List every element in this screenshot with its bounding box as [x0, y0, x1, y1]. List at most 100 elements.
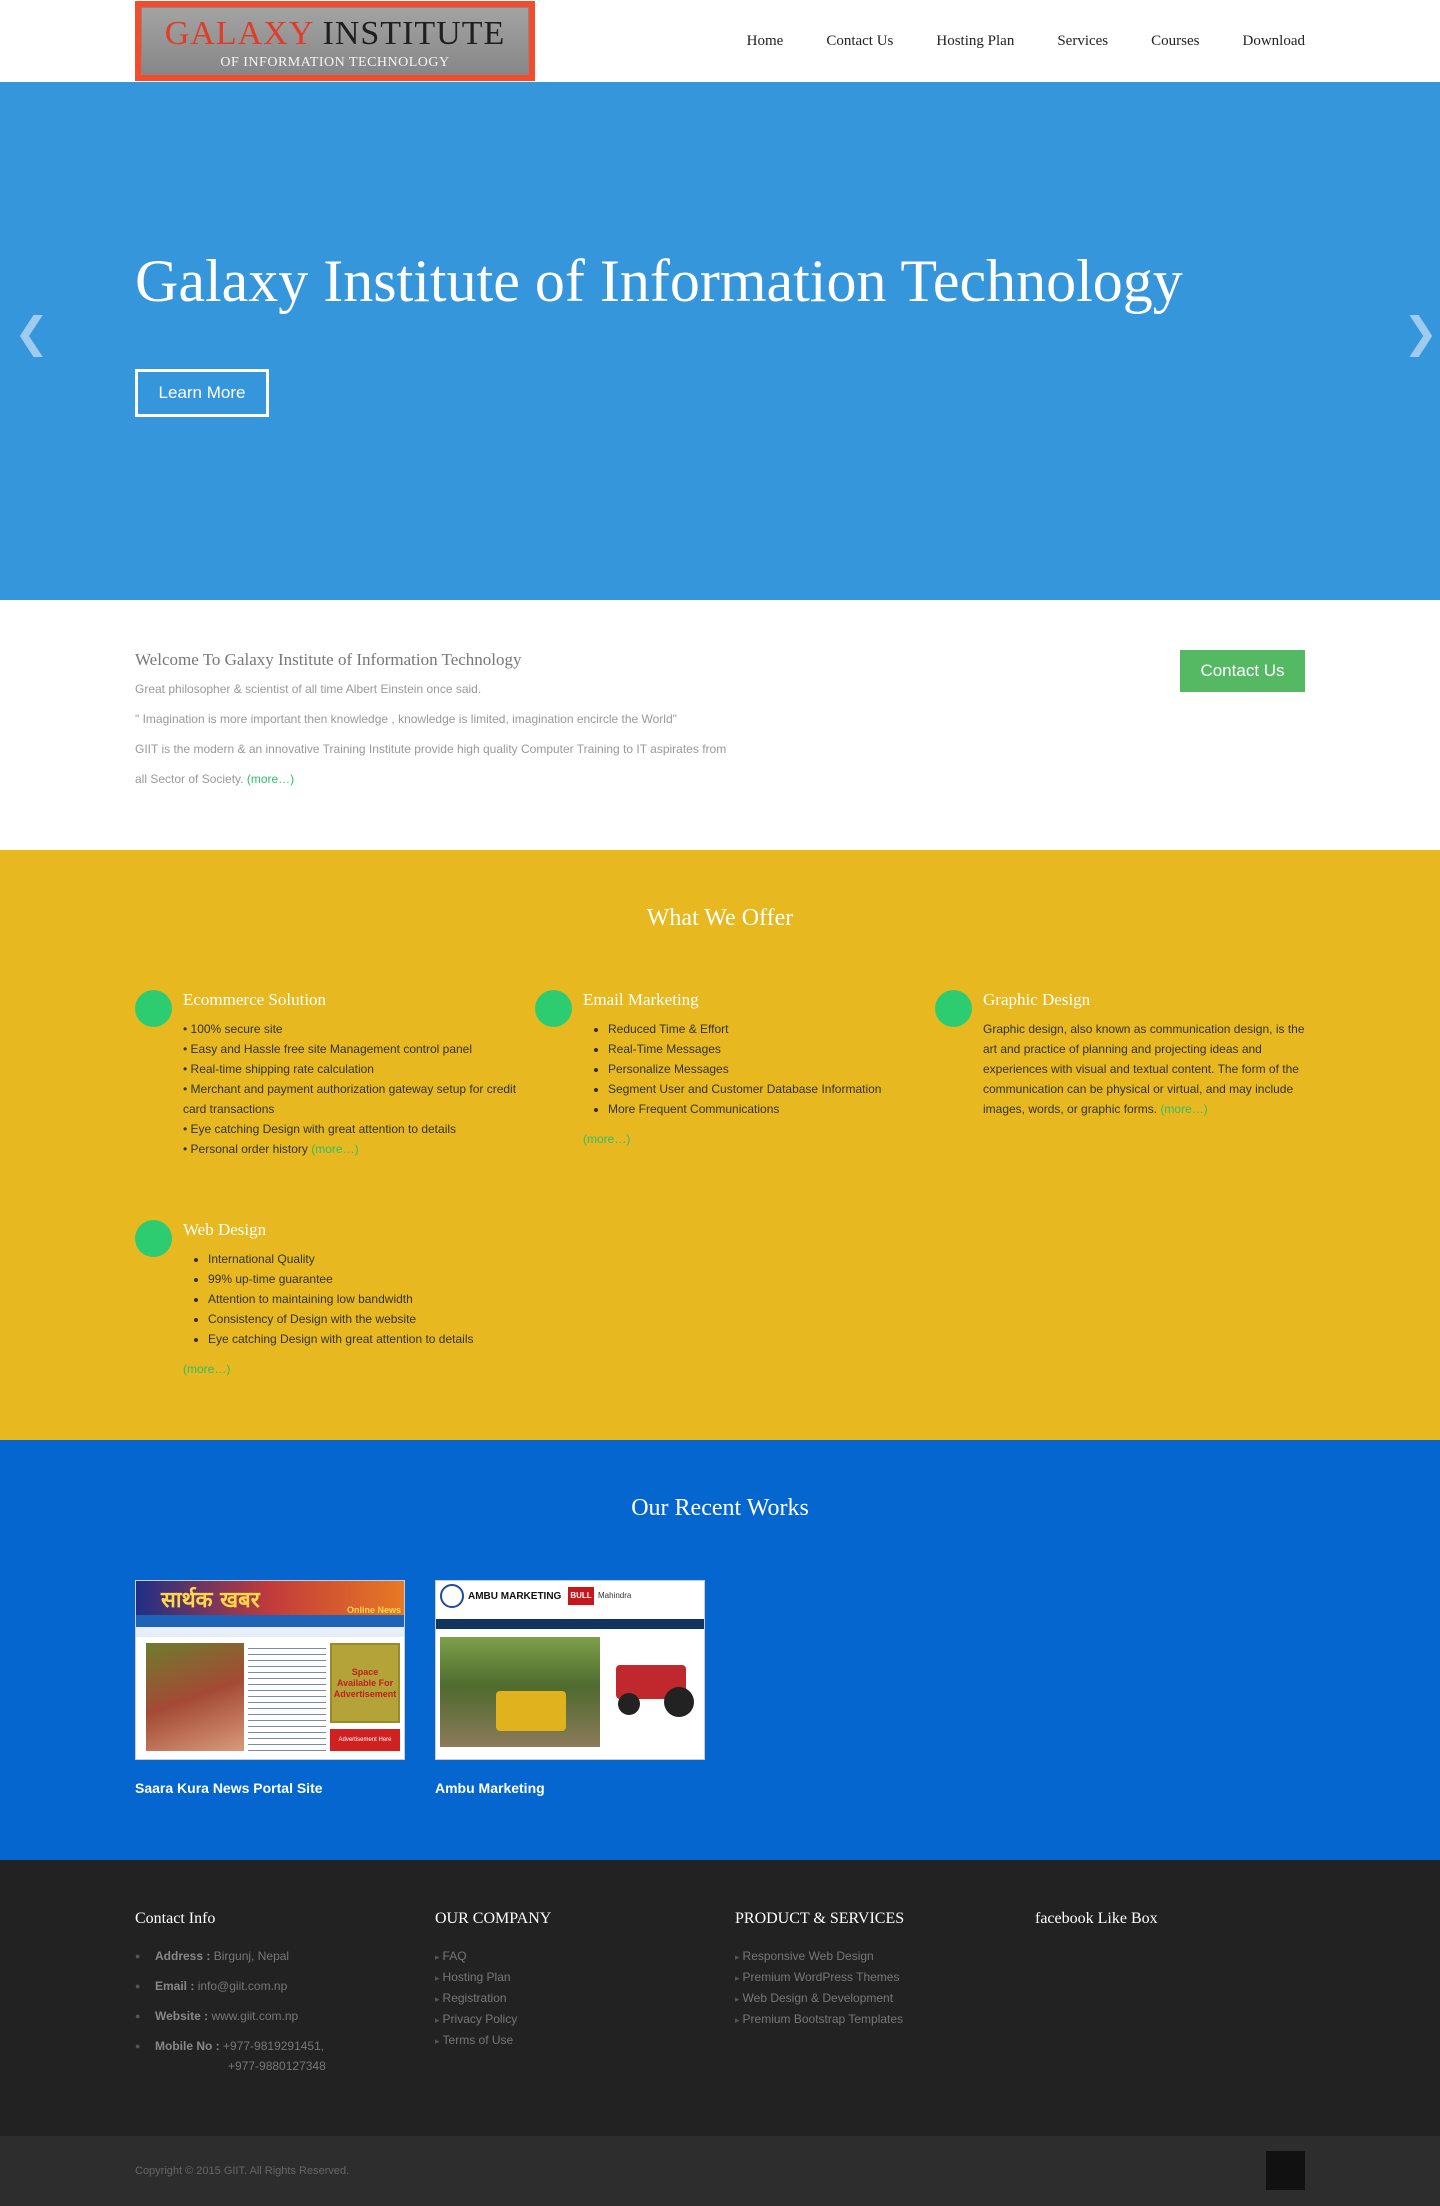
offer-title: What We Offer — [646, 905, 794, 931]
service-title: Email Marketing — [583, 990, 699, 1009]
footer-facebook-like-box: facebook Like Box — [1035, 1910, 1315, 1928]
footer-link[interactable]: ▸ Registration — [435, 1988, 715, 2009]
more-link[interactable]: (more…) — [311, 1142, 358, 1156]
footer-link[interactable]: ▸ Premium WordPress Themes — [735, 1967, 1015, 1988]
hero-slider: ❮ Galaxy Institute of Information Techno… — [0, 82, 1440, 600]
service-title: Graphic Design — [983, 990, 1091, 1009]
site-logo[interactable]: GALAXY INSTITUTE OF INFORMATION TECHNOLO… — [135, 1, 535, 81]
list-item-text: • Personal order history — [183, 1142, 308, 1156]
footer-link[interactable]: ▸ Premium Bootstrap Templates — [735, 2009, 1015, 2030]
thumb-badge: BULL — [568, 1587, 594, 1605]
work-caption[interactable]: Saara Kura News Portal Site — [135, 1780, 405, 1796]
footer-heading: OUR COMPANY — [435, 1910, 552, 1927]
nav-hosting-plan[interactable]: Hosting Plan — [936, 33, 1014, 50]
list-item: International Quality — [208, 1249, 523, 1269]
service-text: Graphic design, also known as communicat… — [983, 1022, 1305, 1116]
contact-address: ● Address : Birgunj, Nepal — [135, 1946, 415, 1966]
footer-link[interactable]: ▸ FAQ — [435, 1946, 715, 1967]
footer-contact-info: Contact Info ● Address : Birgunj, Nepal ●… — [135, 1910, 415, 2086]
check-icon — [135, 1220, 172, 1257]
work-item-saara-kura[interactable]: सार्थक खबर Online News Space Available F… — [135, 1580, 405, 1796]
envelope-icon: ● — [135, 1981, 141, 1991]
contact-label: Address : — [155, 1949, 211, 1963]
service-body: Graphic design, also known as communicat… — [983, 1019, 1308, 1119]
nav-services[interactable]: Services — [1057, 33, 1108, 50]
service-body: • 100% secure site • Easy and Hassle fre… — [183, 1019, 523, 1159]
list-item: Segment User and Customer Database Infor… — [608, 1079, 923, 1099]
service-title: Web Design — [183, 1220, 267, 1239]
main-nav: Home Contact Us Hosting Plan Services Co… — [704, 0, 1305, 82]
angle-right-icon: ▸ — [735, 2015, 740, 2025]
welcome-paragraph-1: Great philosopher & scientist of all tim… — [135, 682, 482, 696]
angle-right-icon: ▸ — [435, 1994, 440, 2004]
footer-link-label: Premium WordPress Themes — [742, 1970, 900, 1984]
contact-label: Mobile No : — [155, 2039, 220, 2053]
thumb-tagline: Online News — [346, 1605, 401, 1615]
welcome-title: Welcome To Galaxy Institute of Informati… — [135, 650, 522, 669]
footer-link-label: Terms of Use — [442, 2033, 514, 2047]
phone-icon: ● — [135, 2041, 141, 2051]
footer-link-label: Web Design & Development — [742, 1991, 894, 2005]
footer-heading: facebook Like Box — [1035, 1910, 1158, 1927]
footer-link[interactable]: ▸ Hosting Plan — [435, 1967, 715, 1988]
work-thumbnail[interactable]: सार्थक खबर Online News Space Available F… — [135, 1580, 405, 1760]
logo-word-galaxy: GALAXY — [164, 15, 314, 52]
list-item: Real-Time Messages — [608, 1039, 923, 1059]
back-to-top-button[interactable] — [1266, 2151, 1305, 2190]
check-icon — [535, 990, 572, 1027]
list-item: 99% up-time guarantee — [208, 1269, 523, 1289]
contact-website-link[interactable]: www.giit.com.np — [211, 2009, 298, 2023]
list-item: Personalize Messages — [608, 1059, 923, 1079]
footer-link[interactable]: ▸ Web Design & Development — [735, 1988, 1015, 2009]
list-item: Consistency of Design with the website — [208, 1309, 523, 1329]
contact-website: ● Website : www.giit.com.np — [135, 2006, 415, 2026]
list-item: • Eye catching Design with great attenti… — [183, 1122, 457, 1136]
thumb-ad-text-2: Advertisement Here — [330, 1729, 400, 1751]
work-thumbnail[interactable]: AMBU MARKETING BULL Mahindra — [435, 1580, 705, 1760]
nav-courses[interactable]: Courses — [1151, 33, 1199, 50]
welcome-more-link[interactable]: (more…) — [247, 772, 294, 786]
nav-download[interactable]: Download — [1243, 33, 1306, 50]
more-link[interactable]: (more…) — [1160, 1102, 1207, 1116]
nav-contact-us[interactable]: Contact Us — [826, 33, 893, 50]
contact-email-link[interactable]: info@giit.com.np — [198, 1979, 288, 1993]
contact-label: Website : — [155, 2009, 209, 2023]
footer-link[interactable]: ▸ Responsive Web Design — [735, 1946, 1015, 1967]
angle-right-icon: ▸ — [435, 2036, 440, 2046]
recent-works-section: Our Recent Works सार्थक खबर Online News … — [0, 1440, 1440, 1860]
list-item: • 100% secure site — [183, 1022, 283, 1036]
nav-home[interactable]: Home — [747, 33, 784, 50]
logo-word-institute: INSTITUTE — [322, 15, 506, 52]
footer-link[interactable]: ▸ Privacy Policy — [435, 2009, 715, 2030]
angle-right-icon: ▸ — [735, 1973, 740, 1983]
welcome-paragraph-2: " Imagination is more important then kno… — [135, 712, 677, 726]
footer-link-label: Registration — [442, 1991, 507, 2005]
list-item: • Easy and Hassle free site Management c… — [183, 1042, 473, 1056]
list-item: Reduced Time & Effort — [608, 1019, 923, 1039]
footer-link-label: FAQ — [442, 1949, 467, 1963]
more-link[interactable]: (more…) — [183, 1359, 523, 1379]
contact-value: Birgunj, Nepal — [213, 1949, 290, 1963]
welcome-section: Welcome To Galaxy Institute of Informati… — [0, 600, 1440, 850]
works-title: Our Recent Works — [631, 1495, 809, 1521]
footer-link[interactable]: ▸ Terms of Use — [435, 2030, 715, 2051]
learn-more-button[interactable]: Learn More — [135, 369, 269, 417]
footer-link-label: Privacy Policy — [442, 2012, 518, 2026]
more-link[interactable]: (more…) — [583, 1129, 923, 1149]
logo-subtitle: OF INFORMATION TECHNOLOGY — [220, 55, 450, 70]
list-item: Attention to maintaining low bandwidth — [208, 1289, 523, 1309]
angle-right-icon: ▸ — [435, 1952, 440, 1962]
list-item: More Frequent Communications — [608, 1099, 923, 1119]
service-body: Reduced Time & Effort Real-Time Messages… — [583, 1019, 923, 1149]
welcome-paragraph-4-text: all Sector of Society. — [135, 772, 244, 786]
site-header: GALAXY INSTITUTE OF INFORMATION TECHNOLO… — [0, 0, 1440, 82]
offer-section: What We Offer Ecommerce Solution • 100% … — [0, 850, 1440, 1440]
work-caption[interactable]: Ambu Marketing — [435, 1780, 705, 1796]
chevron-right-icon[interactable]: ❯ — [1403, 312, 1438, 354]
chevron-left-icon[interactable]: ❮ — [14, 312, 49, 354]
contact-us-button[interactable]: Contact Us — [1180, 650, 1305, 692]
footer-link-label: Premium Bootstrap Templates — [742, 2012, 904, 2026]
work-item-ambu-marketing[interactable]: AMBU MARKETING BULL Mahindra Ambu Market… — [435, 1580, 705, 1796]
footer-our-company: OUR COMPANY ▸ FAQ ▸ Hosting Plan ▸ Registra… — [435, 1910, 715, 2051]
contact-value: +977-9819291451, — [223, 2039, 325, 2053]
